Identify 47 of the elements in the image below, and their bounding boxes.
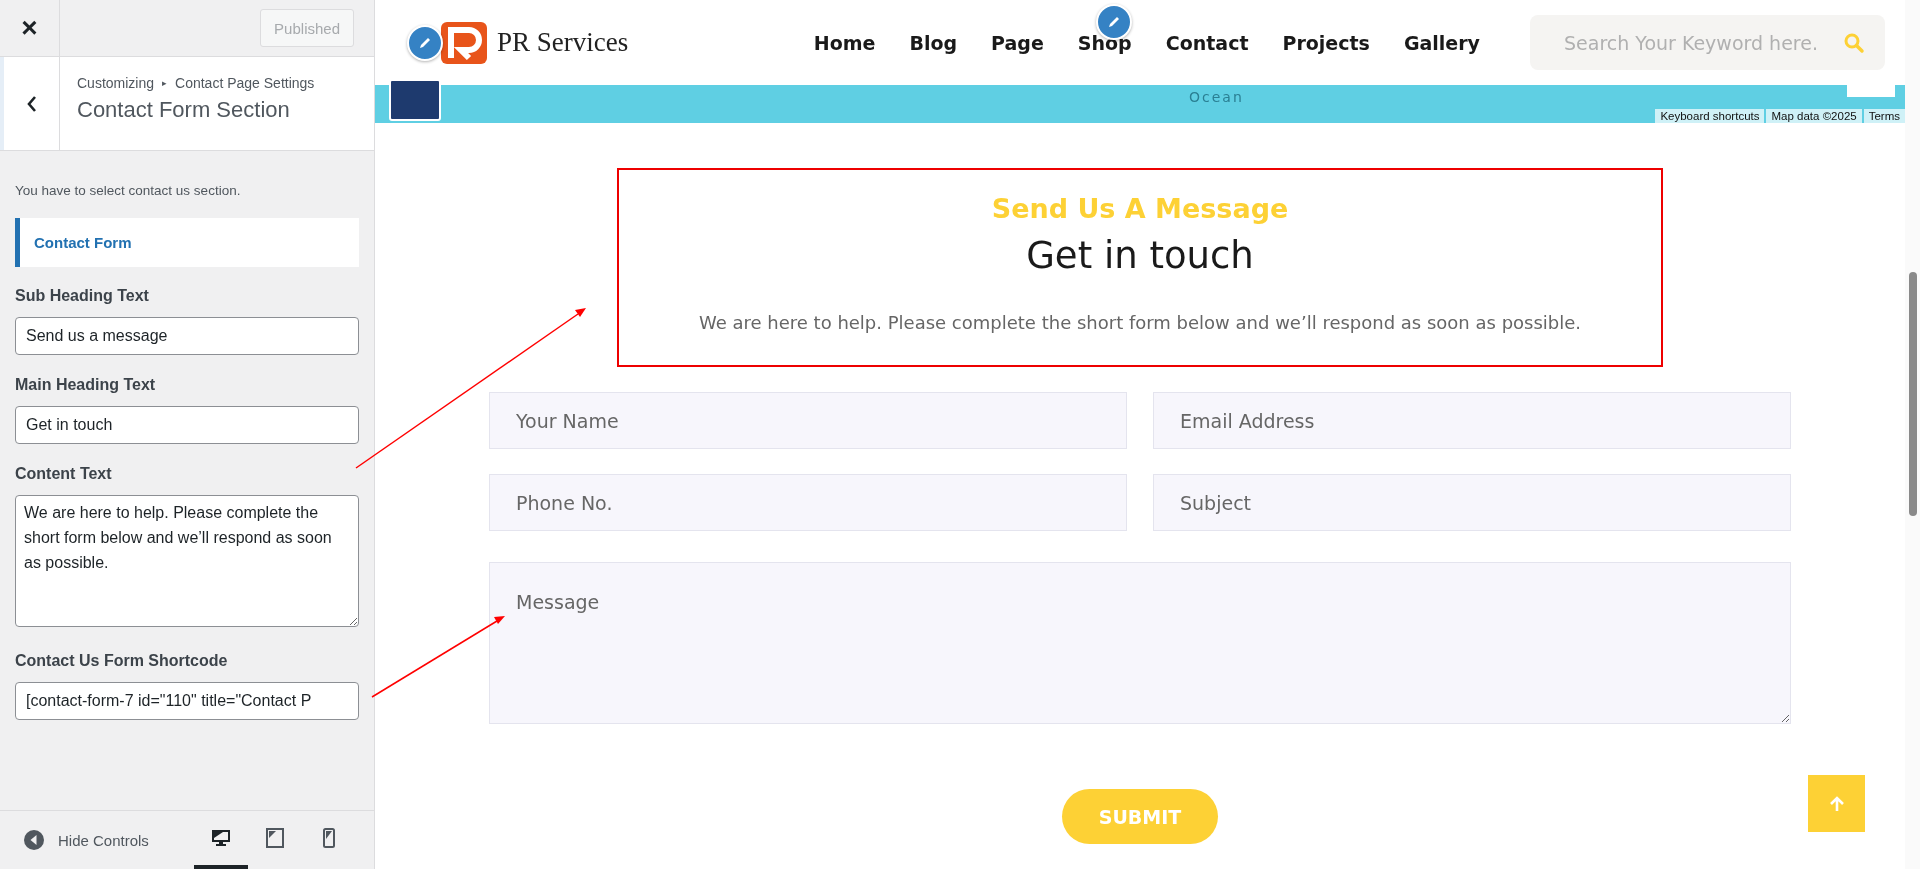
logo-icon xyxy=(439,19,489,66)
tablet-icon xyxy=(266,828,284,848)
nav-link[interactable]: Projects xyxy=(1282,31,1370,54)
search-input-field[interactable]: Search Your Keyword here. xyxy=(1562,30,1833,55)
map-attribution[interactable]: Map data ©2025 xyxy=(1766,109,1862,123)
search-field[interactable]: Search Your Keyword here. xyxy=(1530,15,1885,70)
back-chevron-icon xyxy=(25,94,38,113)
group-heading: Contact Form xyxy=(15,218,359,267)
heading: Get in touch xyxy=(1026,234,1254,277)
form-input-field[interactable]: Email Address xyxy=(1153,392,1791,449)
field-label: Sub Heading Text xyxy=(15,287,150,305)
form-input-field[interactable]: Subject xyxy=(1153,474,1791,531)
form-input-field[interactable]: Your Name xyxy=(489,392,1127,449)
textarea-field[interactable]: We are here to help. Please complete the short form below and we’ll respond as soon as possible. xyxy=(15,495,359,627)
breadcrumb-text: Customizing xyxy=(77,75,155,91)
field-label: Main Heading Text xyxy=(15,376,157,394)
text-input-field[interactable]: Get in touch xyxy=(15,406,359,444)
message-field[interactable]: Message xyxy=(489,562,1791,724)
form-input-field[interactable]: Phone No. xyxy=(489,474,1127,531)
mobile-icon xyxy=(323,828,335,848)
nav-link[interactable]: Contact xyxy=(1165,31,1249,54)
close-button[interactable]: × xyxy=(0,0,60,56)
field-label: Content Text xyxy=(15,465,113,483)
description-text: You have to select contact us section. xyxy=(15,183,242,198)
map-attribution[interactable]: Keyboard shortcuts xyxy=(1655,109,1765,123)
nav-link[interactable]: Gallery xyxy=(1403,31,1480,54)
nav-link[interactable]: Shop xyxy=(1077,31,1132,54)
nav-link[interactable]: Blog xyxy=(909,31,958,54)
text-input-field[interactable]: [contact-form-7 id="110" title="Contact P xyxy=(15,682,359,720)
map-attribution[interactable]: Terms xyxy=(1863,109,1905,123)
subheading: Send Us A Message xyxy=(991,193,1289,224)
desktop-icon xyxy=(211,828,231,848)
collapse-icon xyxy=(24,830,44,850)
edit-shortcut-icon[interactable] xyxy=(407,24,443,61)
nav-link[interactable]: Home xyxy=(813,31,876,54)
breadcrumb-text: Contact Page Settings xyxy=(175,75,315,91)
text-input-field[interactable]: Send us a message xyxy=(15,317,359,355)
breadcrumb-separator: ▸ xyxy=(162,78,168,88)
hide-controls-button[interactable]: Hide Controls xyxy=(18,829,155,851)
nav-link[interactable]: Page xyxy=(991,31,1044,54)
site-logo-text[interactable]: PR Services xyxy=(497,27,629,58)
map-thumbnail[interactable] xyxy=(389,79,441,121)
scrollbar[interactable] xyxy=(1905,0,1920,869)
intro-text: We are here to help. Please complete the short form below and we’ll respond as soon as possible. xyxy=(698,312,1582,333)
map-label: Ocean xyxy=(1189,89,1244,105)
field-label: Contact Us Form Shortcode xyxy=(15,652,229,670)
section-title: Contact Form Section xyxy=(77,97,291,123)
